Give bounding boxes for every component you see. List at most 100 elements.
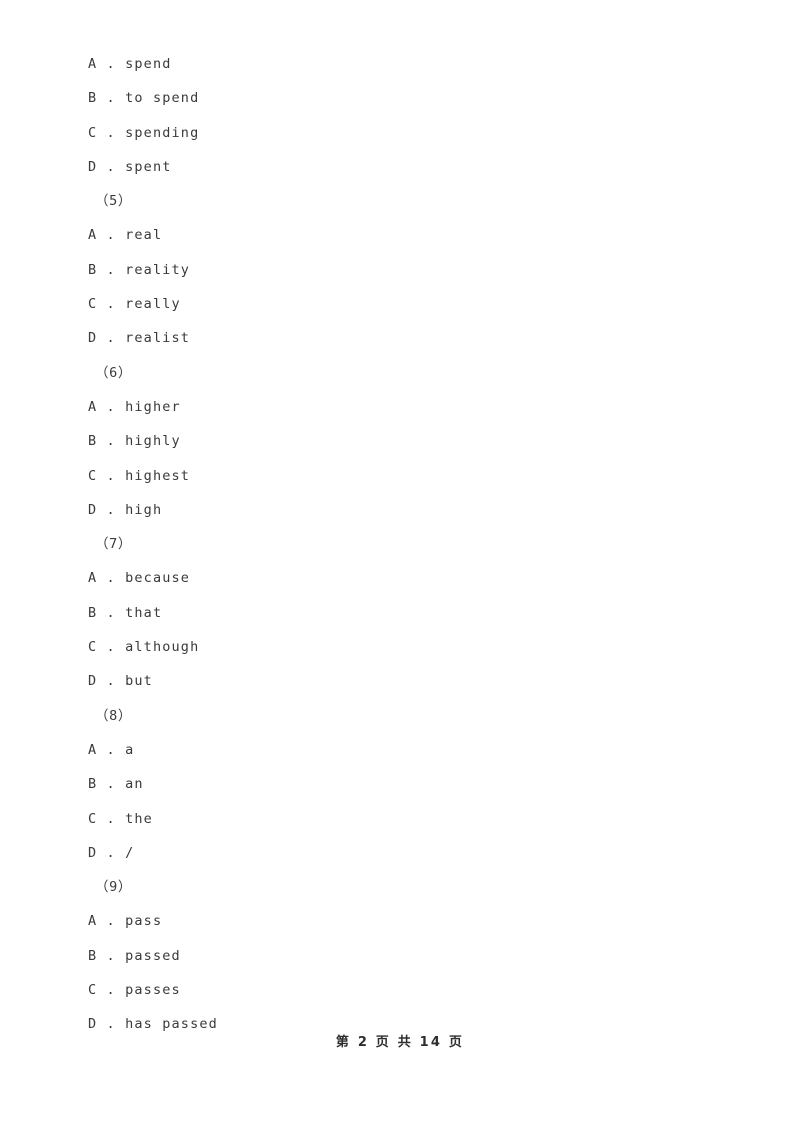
answer-option: C . highest [0,459,800,493]
option-letter: D [88,673,98,690]
option-letter: D [88,330,98,347]
option-letter: C [88,639,98,656]
answer-option: D . spent [0,150,800,184]
option-letter: B [88,776,98,793]
option-separator: . [97,639,126,656]
answer-option: A . because [0,561,800,595]
option-letter: C [88,982,98,999]
option-letter: C [88,296,98,313]
answer-option: A . real [0,218,800,252]
question-options-list: A . spend B . to spend C . spending D . spe… [0,47,800,1042]
answer-option: A . spend [0,47,800,81]
option-separator: . [97,776,126,793]
option-text: the [125,810,153,827]
option-letter: A [88,227,98,244]
question-number: （8） [95,707,132,724]
answer-option: D . high [0,493,800,527]
option-separator: . [97,56,126,72]
option-text: spending [125,124,200,141]
option-letter: A [88,741,98,758]
option-text: a [125,741,135,758]
option-text: reality [125,261,191,278]
option-separator: . [97,330,126,347]
option-separator: . [97,844,126,861]
option-letter: B [88,433,98,450]
option-text: highly [125,433,181,450]
option-letter: B [88,261,98,278]
option-text: although [125,639,200,656]
answer-option: B . highly [0,424,800,458]
question-number: （7） [95,536,132,553]
question-number: （9） [95,879,132,896]
option-separator: . [97,227,126,244]
option-separator: . [97,673,126,690]
document-page: A . spend B . to spend C . spending D . spe… [0,0,800,1132]
option-separator: . [97,570,126,587]
option-text: because [125,570,191,587]
option-separator: . [97,913,126,930]
option-text: highest [125,467,191,484]
option-text: to spend [125,90,200,107]
answer-option: B . reality [0,253,800,287]
option-letter: A [88,398,98,415]
answer-option: C . really [0,287,800,321]
option-separator: . [97,398,126,415]
question-number: （5） [95,193,132,210]
answer-option: B . passed [0,939,800,973]
option-letter: D [88,1016,98,1033]
answer-option: A . pass [0,904,800,938]
option-letter: D [88,844,98,861]
option-text: spent [125,158,172,175]
answer-option: B . an [0,767,800,801]
option-letter: B [88,604,98,621]
question-number: （6） [95,364,132,381]
option-text: high [125,501,163,518]
option-separator: . [97,124,126,141]
option-separator: . [97,296,126,313]
page-footer-pagination: 第 2 页 共 14 页 [335,1035,465,1050]
answer-option: C . although [0,630,800,664]
option-text: passes [125,982,181,999]
option-separator: . [97,261,126,278]
option-letter: A [88,913,98,930]
option-text: real [125,227,163,244]
option-separator: . [97,810,126,827]
option-letter: A [88,570,98,587]
answer-option: D . but [0,664,800,698]
option-text: that [125,604,163,621]
option-separator: . [97,158,126,175]
option-letter: A [88,56,98,72]
option-text: but [125,673,153,690]
option-letter: B [88,947,98,964]
option-text: has passed [125,1016,218,1033]
option-text: / [125,844,135,861]
option-separator: . [97,741,126,758]
option-text: passed [125,947,181,964]
option-separator: . [97,947,126,964]
answer-option: A . a [0,733,800,767]
option-letter: C [88,810,98,827]
answer-option: C . spending [0,116,800,150]
option-letter: C [88,124,98,141]
option-separator: . [97,433,126,450]
option-separator: . [97,467,126,484]
option-separator: . [97,982,126,999]
option-text: higher [125,398,181,415]
option-text: spend [125,56,172,72]
option-separator: . [97,1016,126,1033]
option-letter: D [88,158,98,175]
option-separator: . [97,604,126,621]
answer-option: B . to spend [0,81,800,115]
option-letter: B [88,90,98,107]
answer-option: C . passes [0,973,800,1007]
answer-option: D . / [0,836,800,870]
answer-option: D . realist [0,321,800,355]
answer-option: A . higher [0,390,800,424]
option-text: really [125,296,181,313]
option-separator: . [97,501,126,518]
option-separator: . [97,90,126,107]
option-text: an [125,776,144,793]
option-letter: D [88,501,98,518]
option-letter: C [88,467,98,484]
answer-option: C . the [0,802,800,836]
